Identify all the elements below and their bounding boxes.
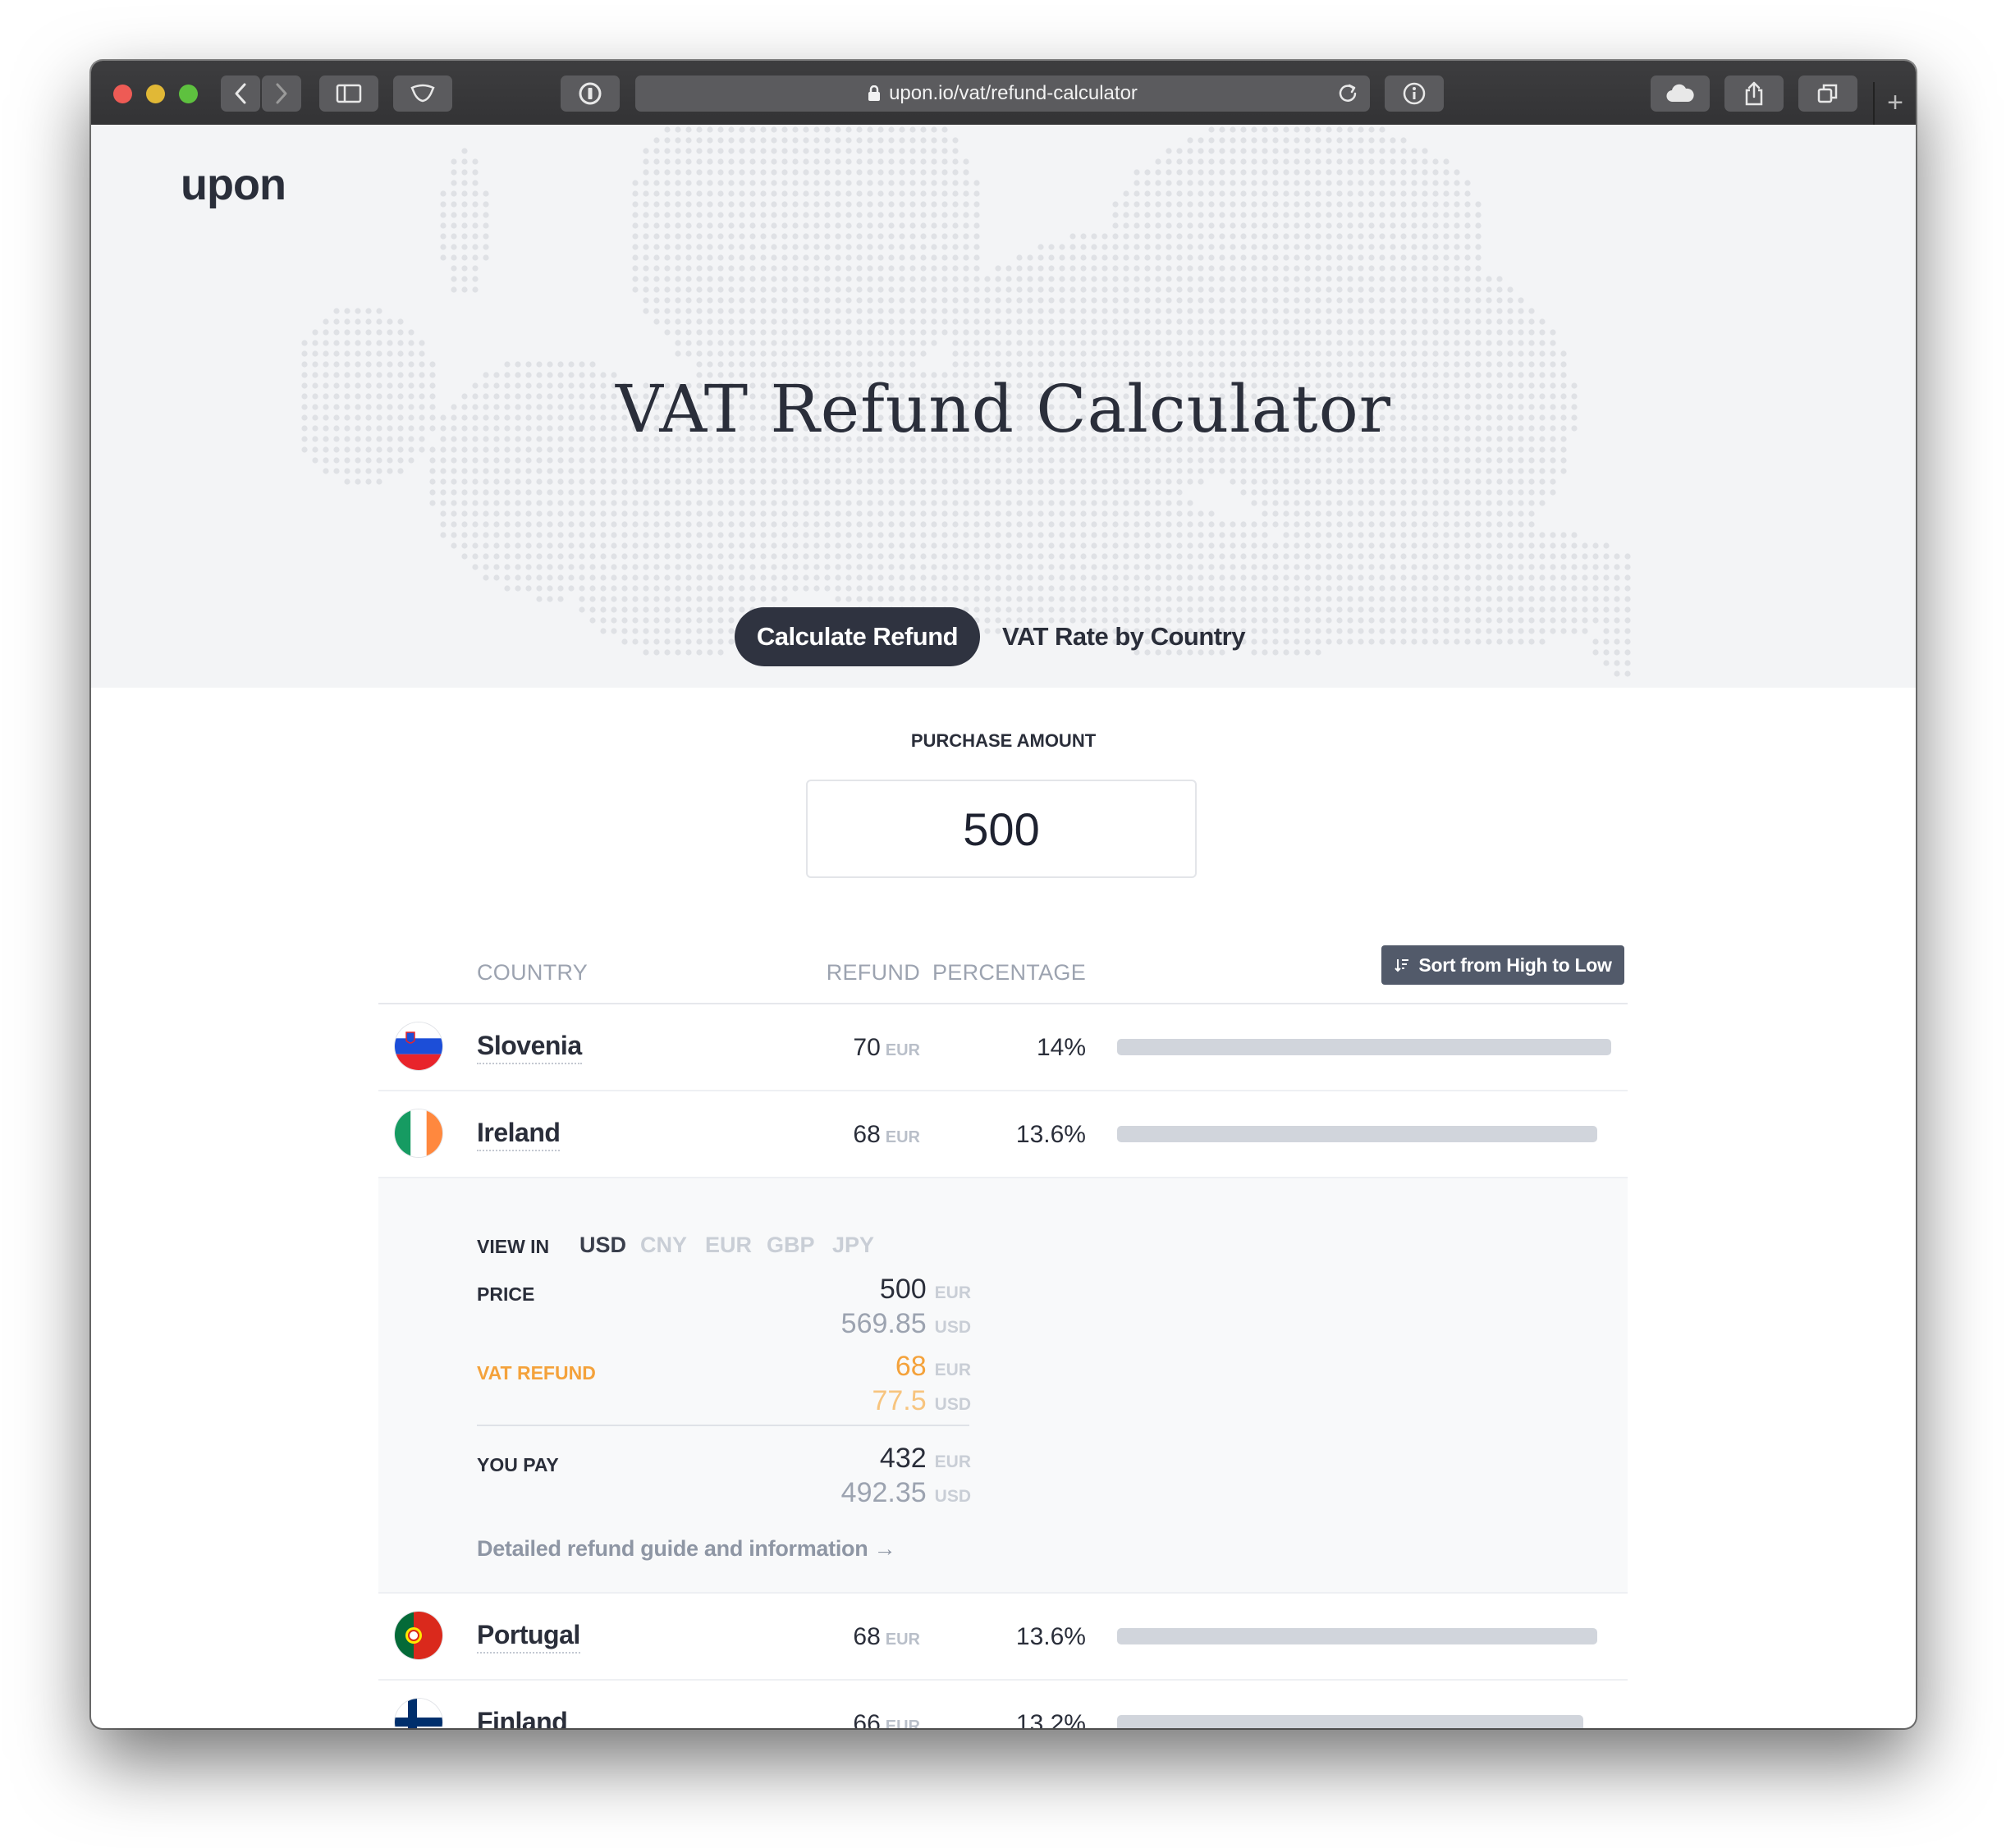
info-button[interactable] xyxy=(1385,75,1444,112)
cloud-icon xyxy=(1666,84,1694,103)
sort-button-label: Sort from High to Low xyxy=(1418,954,1612,976)
percentage-bar xyxy=(1117,1126,1597,1142)
refund-table: COUNTRY REFUND PERCENTAGE Sort from High… xyxy=(378,939,1628,1728)
sort-icon xyxy=(1395,959,1409,972)
upon-logo[interactable]: upon xyxy=(181,159,286,210)
forward-button[interactable] xyxy=(262,75,301,112)
vat-refund-eur: 68 EUR xyxy=(895,1351,971,1382)
purchase-amount-input[interactable] xyxy=(806,780,1197,878)
share-icon xyxy=(1745,81,1763,106)
zoom-window-button[interactable] xyxy=(179,85,198,103)
close-window-button[interactable] xyxy=(113,85,132,103)
address-bar[interactable]: upon.io/vat/refund-calculator xyxy=(635,75,1370,112)
refund-percentage: 13.2% xyxy=(1015,1710,1086,1728)
reload-icon[interactable] xyxy=(1337,83,1358,110)
password-manager-button[interactable] xyxy=(561,75,620,112)
browser-window: upon.io/vat/refund-calculator + upon VAT… xyxy=(91,61,1916,1728)
password-icon xyxy=(579,82,602,105)
page-title: VAT Refund Calculator xyxy=(615,371,1392,447)
info-icon xyxy=(1403,82,1426,105)
shield-icon xyxy=(410,84,435,103)
price-label: PRICE xyxy=(477,1283,535,1305)
tab-calculate-refund[interactable]: Calculate Refund xyxy=(735,607,980,666)
sidebar-icon xyxy=(336,84,362,103)
new-tab-button[interactable]: + xyxy=(1873,82,1916,125)
view-in-label: VIEW IN xyxy=(477,1236,550,1257)
details-divider xyxy=(477,1425,969,1426)
ireland-flag-icon xyxy=(395,1109,442,1157)
currency-option-jpy[interactable]: JPY xyxy=(832,1233,874,1258)
percentage-bar xyxy=(1117,1039,1611,1055)
you-pay-label: YOU PAY xyxy=(477,1454,559,1475)
currency-option-usd[interactable]: USD xyxy=(579,1233,626,1258)
price-usd: 569.85 USD xyxy=(840,1308,971,1339)
refund-percentage: 14% xyxy=(1036,1034,1086,1061)
sort-button[interactable]: Sort from High to Low xyxy=(1381,945,1624,985)
refund-amount: 66 EUR xyxy=(853,1710,920,1728)
slovenia-flag-icon xyxy=(395,1022,442,1070)
refund-amount: 68 EUR xyxy=(853,1121,920,1148)
column-percentage: PERCENTAGE xyxy=(932,960,1086,985)
currency-option-eur[interactable]: EUR xyxy=(705,1233,752,1258)
tab-vat-rate-by-country[interactable]: VAT Rate by Country xyxy=(1002,607,1245,666)
table-row-finland[interactable]: Finland 66 EUR 13.2% xyxy=(378,1681,1628,1728)
refund-details-panel: VIEW IN USD CNY EUR GBP JPY PRICE 500 EUR… xyxy=(378,1178,1628,1594)
minimize-window-button[interactable] xyxy=(146,85,165,103)
vat-refund-usd: 77.5 USD xyxy=(872,1385,971,1416)
icloud-button[interactable] xyxy=(1651,75,1710,112)
shield-button[interactable] xyxy=(393,75,452,112)
refund-guide-link[interactable]: Detailed refund guide and information → xyxy=(477,1536,896,1562)
you-pay-usd: 492.35 USD xyxy=(840,1477,971,1508)
country-name[interactable]: Slovenia xyxy=(477,1031,582,1064)
table-row-ireland[interactable]: Ireland 68 EUR 13.6% xyxy=(378,1091,1628,1178)
currency-option-cny[interactable]: CNY xyxy=(640,1233,687,1258)
price-eur: 500 EUR xyxy=(879,1274,971,1305)
refund-percentage: 13.6% xyxy=(1015,1121,1086,1148)
portugal-flag-icon xyxy=(395,1612,442,1659)
column-refund: REFUND xyxy=(826,960,920,985)
percentage-bar xyxy=(1117,1715,1583,1728)
country-name[interactable]: Portugal xyxy=(477,1620,580,1654)
chevron-right-icon xyxy=(276,83,287,104)
refund-amount: 68 EUR xyxy=(853,1623,920,1650)
back-button[interactable] xyxy=(221,75,260,112)
lock-icon xyxy=(868,85,881,102)
tabs-overview-button[interactable] xyxy=(1798,75,1857,112)
column-country: COUNTRY xyxy=(477,960,589,985)
currency-option-gbp[interactable]: GBP xyxy=(767,1233,815,1258)
url-text: upon.io/vat/refund-calculator xyxy=(889,82,1138,104)
purchase-amount-label: PURCHASE AMOUNT xyxy=(910,730,1097,751)
share-button[interactable] xyxy=(1724,75,1784,112)
chevron-left-icon xyxy=(235,83,246,104)
browser-toolbar: upon.io/vat/refund-calculator + xyxy=(91,61,1916,126)
tabs-icon xyxy=(1817,84,1838,103)
table-header: COUNTRY REFUND PERCENTAGE Sort from High… xyxy=(378,939,1628,1004)
vat-refund-label: VAT REFUND xyxy=(477,1362,596,1384)
finland-flag-icon xyxy=(395,1699,442,1728)
country-name[interactable]: Ireland xyxy=(477,1118,561,1151)
table-row-portugal[interactable]: Portugal 68 EUR 13.6% xyxy=(378,1594,1628,1681)
table-row-slovenia[interactable]: Slovenia 70 EUR 14% xyxy=(378,1004,1628,1091)
you-pay-eur: 432 EUR xyxy=(879,1443,971,1474)
refund-percentage: 13.6% xyxy=(1015,1623,1086,1650)
country-name[interactable]: Finland xyxy=(477,1707,568,1728)
refund-amount: 70 EUR xyxy=(853,1034,920,1061)
hero-section: upon VAT Refund Calculator Calculate Ref… xyxy=(91,125,1916,688)
sidebar-toggle-button[interactable] xyxy=(319,75,378,112)
percentage-bar xyxy=(1117,1628,1597,1644)
